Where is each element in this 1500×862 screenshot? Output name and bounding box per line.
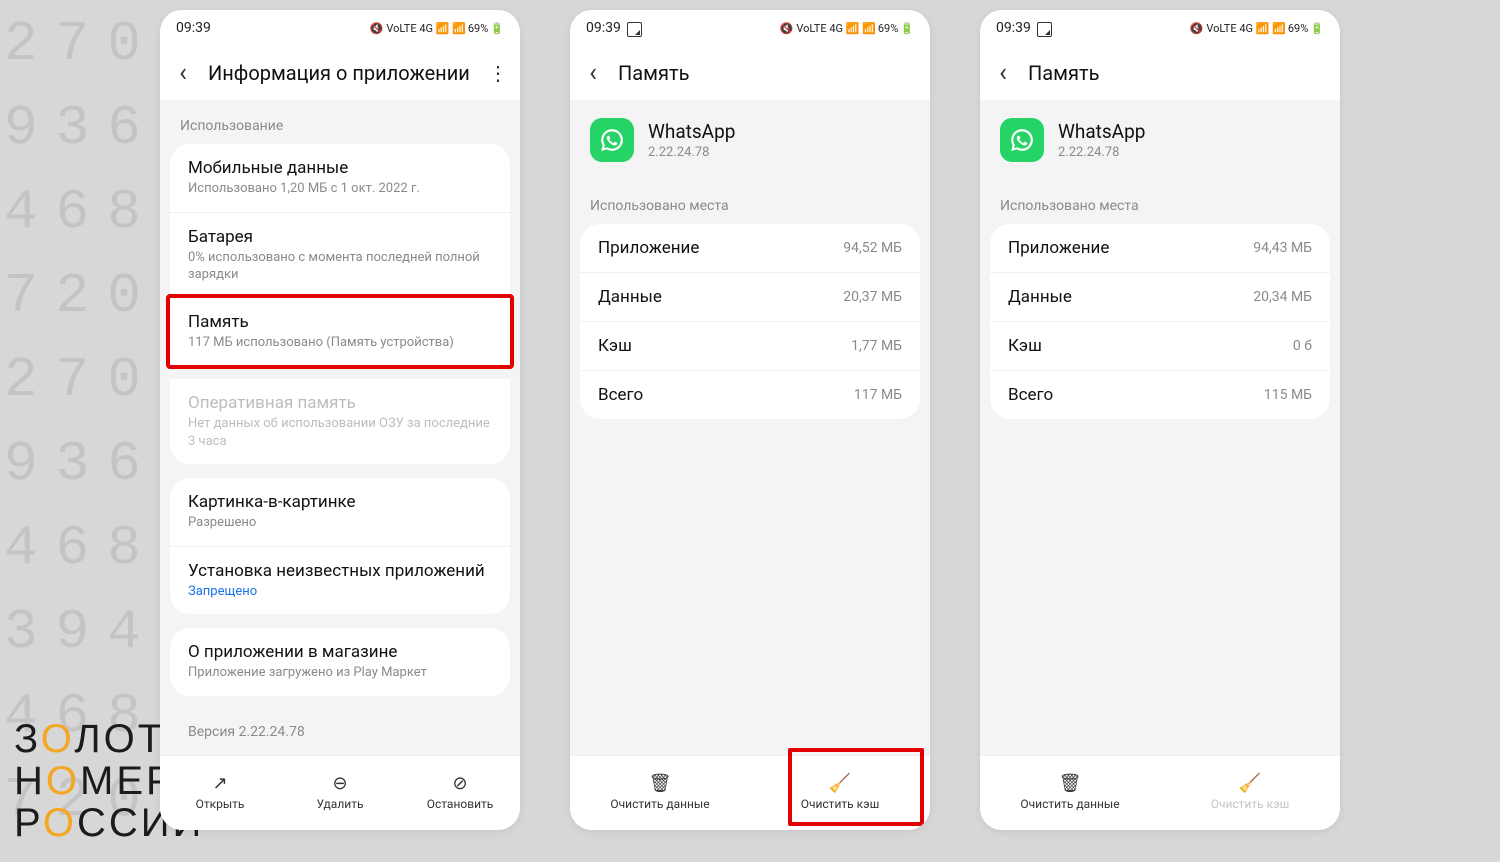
row-unknown-sources[interactable]: Установка неизвестных приложений Запреще… — [170, 547, 510, 615]
trash-icon: 🗑 — [649, 775, 672, 793]
status-time: 09:39 — [586, 20, 621, 36]
status-time: 09:39 — [176, 20, 211, 36]
clear-cache-button: 🧹 Очистить кэш — [1160, 756, 1340, 830]
row-storage[interactable]: Память 117 МБ использовано (Память устро… — [170, 298, 510, 366]
app-header: WhatsApp 2.22.24.78 — [980, 100, 1340, 180]
status-time: 09:39 — [996, 20, 1031, 36]
usage-card: Мобильные данные Использовано 1,20 МБ с … — [170, 144, 510, 298]
whatsapp-icon — [590, 118, 634, 162]
bottom-bar: ↗ Открыть ⊖ Удалить ⊘ Остановить — [160, 755, 520, 830]
row-cache: Кэш0 б — [990, 322, 1330, 371]
row-store[interactable]: О приложении в магазине Приложение загру… — [170, 628, 510, 696]
space-card: Приложение94,52 МБ Данные20,37 МБ Кэш1,7… — [580, 224, 920, 419]
section-space-label: Использовано места — [980, 180, 1340, 224]
app-name: WhatsApp — [1058, 120, 1145, 143]
status-bar: 09:39 🔇 VoLTE 4G 📶 📶 69% 🔋 — [160, 10, 520, 46]
battery-icon: 🔋 — [900, 22, 914, 35]
app-version: 2.22.24.78 — [648, 145, 735, 160]
row-ram: Оперативная память Нет данных об использ… — [170, 379, 510, 464]
app-version: 2.22.24.78 — [1058, 145, 1145, 160]
page-title: Информация о приложении — [208, 61, 474, 85]
status-icons: 🔇 VoLTE 4G 📶 📶 — [370, 22, 466, 35]
open-icon: ↗ — [212, 775, 227, 793]
status-battery: 69% — [878, 22, 898, 35]
row-cache: Кэш1,77 МБ — [580, 322, 920, 371]
battery-icon: 🔋 — [490, 22, 504, 35]
status-icons: 🔇 VoLTE 4G 📶 📶 — [780, 22, 876, 35]
store-card: О приложении в магазине Приложение загру… — [170, 628, 510, 696]
back-button[interactable]: ‹ — [580, 58, 606, 88]
usage-card-2: Оперативная память Нет данных об использ… — [170, 379, 510, 464]
section-usage-label: Использование — [160, 100, 520, 144]
clear-cache-button[interactable]: 🧹 Очистить кэш — [750, 756, 930, 830]
broom-icon: 🧹 — [1239, 775, 1261, 793]
row-data: Данные20,37 МБ — [580, 273, 920, 322]
clear-data-button[interactable]: 🗑 Очистить данные — [980, 756, 1160, 830]
title-bar: ‹ Память — [980, 46, 1340, 100]
screenshot-icon — [1037, 22, 1052, 37]
battery-icon: 🔋 — [1310, 22, 1324, 35]
row-total: Всего117 МБ — [580, 371, 920, 419]
open-button[interactable]: ↗ Открыть — [160, 756, 280, 830]
highlight-storage: Память 117 МБ использовано (Память устро… — [166, 294, 514, 370]
screenshot-icon — [627, 22, 642, 37]
status-bar: 09:39 🔇 VoLTE 4G 📶 📶 69% 🔋 — [980, 10, 1340, 46]
title-bar: ‹ Память — [570, 46, 930, 100]
status-battery: 69% — [468, 22, 488, 35]
content-scroll[interactable]: WhatsApp 2.22.24.78 Использовано места П… — [980, 100, 1340, 755]
content-scroll[interactable]: Использование Мобильные данные Использов… — [160, 100, 520, 755]
row-total: Всего115 МБ — [990, 371, 1330, 419]
phone-screenshot-2: 09:39 🔇 VoLTE 4G 📶 📶 69% 🔋 ‹ Память What… — [570, 10, 930, 830]
status-battery: 69% — [1288, 22, 1308, 35]
page-title: Память — [1028, 61, 1330, 85]
app-header: WhatsApp 2.22.24.78 — [570, 100, 930, 180]
status-bar: 09:39 🔇 VoLTE 4G 📶 📶 69% 🔋 — [570, 10, 930, 46]
minus-icon: ⊖ — [332, 775, 347, 793]
extras-card: Картинка-в-картинке Разрешено Установка … — [170, 478, 510, 614]
space-card: Приложение94,43 МБ Данные20,34 МБ Кэш0 б… — [990, 224, 1330, 419]
delete-button[interactable]: ⊖ Удалить — [280, 756, 400, 830]
title-bar: ‹ Информация о приложении ⋮ — [160, 46, 520, 100]
bottom-bar: 🗑 Очистить данные 🧹 Очистить кэш — [980, 755, 1340, 830]
broom-icon: 🧹 — [829, 775, 851, 793]
version-label: Версия 2.22.24.78 — [170, 710, 510, 754]
back-button[interactable]: ‹ — [990, 58, 1016, 88]
row-app: Приложение94,43 МБ — [990, 224, 1330, 273]
row-battery[interactable]: Батарея 0% использовано с момента послед… — [170, 213, 510, 298]
whatsapp-icon — [1000, 118, 1044, 162]
clear-data-button[interactable]: 🗑 Очистить данные — [570, 756, 750, 830]
phone-screenshot-3: 09:39 🔇 VoLTE 4G 📶 📶 69% 🔋 ‹ Память What… — [980, 10, 1340, 830]
row-app: Приложение94,52 МБ — [580, 224, 920, 273]
block-icon: ⊘ — [452, 775, 467, 793]
row-pip[interactable]: Картинка-в-картинке Разрешено — [170, 478, 510, 547]
row-mobile-data[interactable]: Мобильные данные Использовано 1,20 МБ с … — [170, 144, 510, 213]
content-scroll[interactable]: WhatsApp 2.22.24.78 Использовано места П… — [570, 100, 930, 755]
more-options-button[interactable]: ⋮ — [486, 61, 510, 85]
phone-screenshot-1: 09:39 🔇 VoLTE 4G 📶 📶 69% 🔋 ‹ Информация … — [160, 10, 520, 830]
back-button[interactable]: ‹ — [170, 58, 196, 88]
page-title: Память — [618, 61, 920, 85]
trash-icon: 🗑 — [1059, 775, 1082, 793]
stop-button[interactable]: ⊘ Остановить — [400, 756, 520, 830]
section-space-label: Использовано места — [570, 180, 930, 224]
status-icons: 🔇 VoLTE 4G 📶 📶 — [1190, 22, 1286, 35]
bottom-bar: 🗑 Очистить данные 🧹 Очистить кэш — [570, 755, 930, 830]
row-data: Данные20,34 МБ — [990, 273, 1330, 322]
app-name: WhatsApp — [648, 120, 735, 143]
